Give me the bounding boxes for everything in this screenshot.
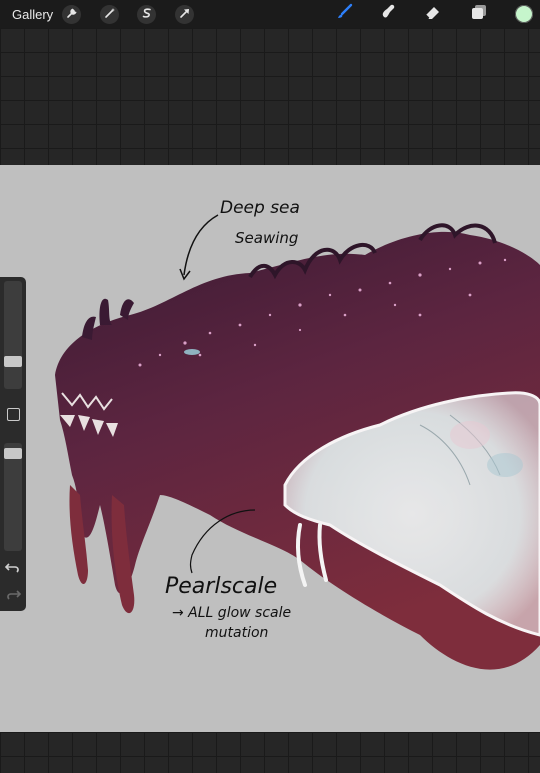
- transform-arrow-icon: [179, 6, 191, 24]
- annotation-bottom-line1: Pearlscale: [165, 574, 277, 599]
- modify-button[interactable]: [7, 408, 20, 421]
- smudge-icon: [378, 2, 398, 27]
- magic-wand-icon: [104, 6, 116, 24]
- workspace-top-grid: [0, 28, 540, 165]
- annotation-bottom-line3: mutation: [205, 625, 268, 641]
- undo-icon: [4, 562, 21, 579]
- smudge-tool[interactable]: [377, 4, 399, 24]
- opacity-slider[interactable]: [4, 443, 22, 551]
- workspace-bottom-grid: [0, 732, 540, 773]
- annotation-top-line2: Seawing: [235, 229, 298, 247]
- artwork: Deep sea Seawing Pearlscale → ALL glow s…: [55, 198, 540, 670]
- redo-icon: [5, 589, 22, 606]
- wrench-icon: [66, 6, 78, 24]
- brush-size-slider[interactable]: [4, 281, 22, 389]
- adjustments-button[interactable]: [100, 5, 119, 24]
- gallery-button[interactable]: Gallery: [12, 7, 53, 22]
- actions-button[interactable]: [62, 5, 81, 24]
- annotation-top-line1: Deep sea: [220, 198, 300, 218]
- top-toolbar: Gallery: [0, 0, 540, 28]
- eraser-icon: [423, 2, 443, 27]
- brush-size-thumb[interactable]: [4, 356, 22, 367]
- selection-button[interactable]: [137, 5, 156, 24]
- transform-button[interactable]: [175, 5, 194, 24]
- layers-tool[interactable]: [468, 4, 490, 24]
- eraser-tool[interactable]: [422, 4, 444, 24]
- selection-s-icon: [141, 6, 153, 24]
- redo-button[interactable]: [5, 588, 22, 602]
- color-swatch-button[interactable]: [515, 5, 533, 23]
- undo-button[interactable]: [4, 561, 21, 575]
- drawing-canvas[interactable]: Deep sea Seawing Pearlscale → ALL glow s…: [0, 165, 540, 732]
- annotation-bottom-line2: → ALL glow scale: [172, 605, 291, 621]
- opacity-thumb[interactable]: [4, 448, 22, 459]
- layers-icon: [469, 2, 489, 27]
- brush-icon: [334, 2, 354, 27]
- left-sidebar: [0, 277, 26, 611]
- brush-tool[interactable]: [333, 2, 355, 27]
